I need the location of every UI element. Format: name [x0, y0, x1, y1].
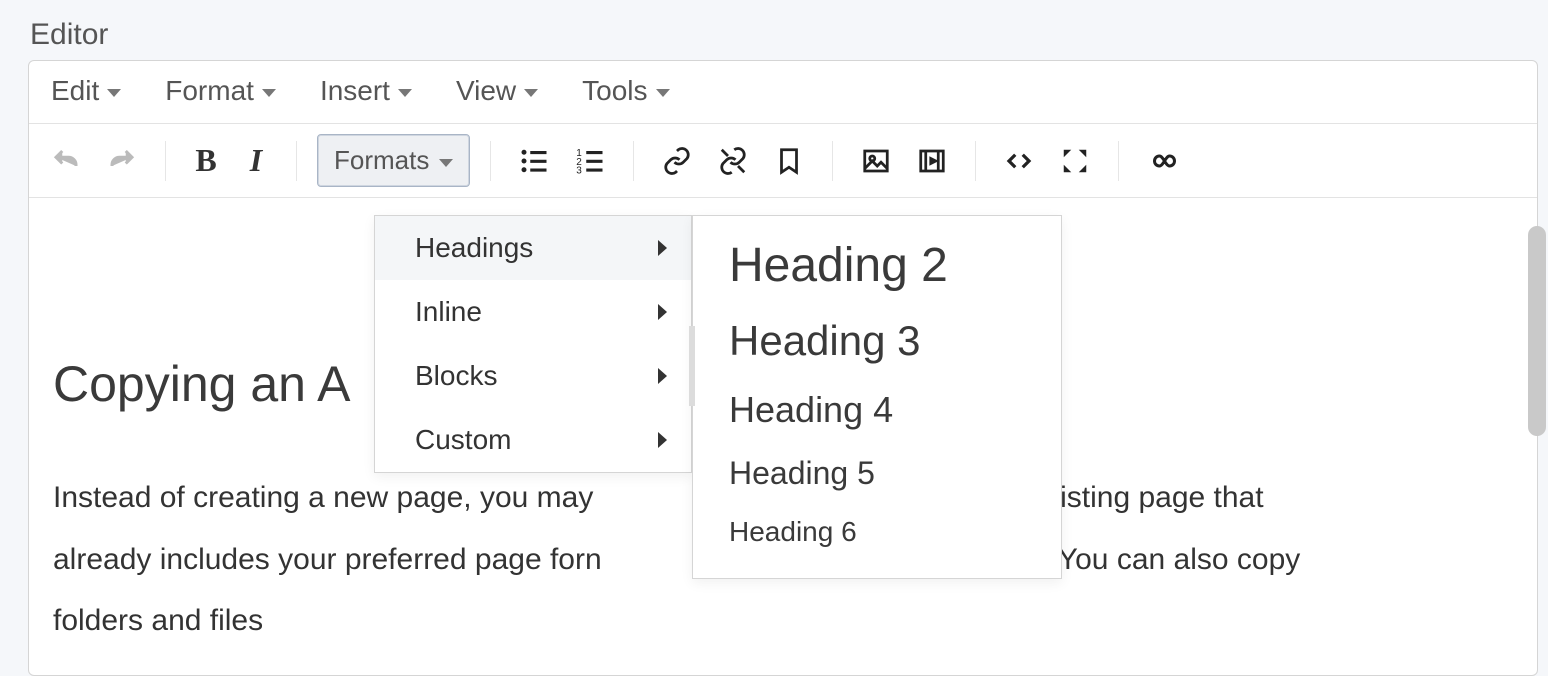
- menu-edit[interactable]: Edit: [51, 75, 121, 107]
- numbered-list-button[interactable]: 123: [567, 138, 613, 184]
- caret-right-icon: [658, 432, 667, 448]
- separator: [633, 141, 634, 181]
- formats-menu-headings[interactable]: Headings: [375, 216, 691, 280]
- menu-item-label: Custom: [415, 424, 511, 456]
- caret-down-icon: [439, 159, 453, 167]
- image-button[interactable]: [853, 138, 899, 184]
- code-icon: [1004, 146, 1034, 176]
- italic-button[interactable]: I: [236, 142, 276, 179]
- editor-label: Editor: [30, 18, 108, 52]
- link-icon: [662, 146, 692, 176]
- svg-text:3: 3: [577, 165, 583, 176]
- undo-button[interactable]: [43, 138, 89, 184]
- video-button[interactable]: [909, 138, 955, 184]
- menu-view[interactable]: View: [456, 75, 538, 107]
- heading-6-option[interactable]: Heading 6: [693, 504, 1061, 560]
- code-button[interactable]: [996, 138, 1042, 184]
- menu-format[interactable]: Format: [165, 75, 276, 107]
- heading-3-option[interactable]: Heading 3: [693, 305, 1061, 377]
- redo-button[interactable]: [99, 138, 145, 184]
- video-icon: [917, 146, 947, 176]
- bookmark-button[interactable]: [766, 138, 812, 184]
- formats-menu: Headings Inline Blocks Custom: [374, 215, 692, 473]
- numbered-list-icon: 123: [575, 146, 605, 176]
- link-button[interactable]: [654, 138, 700, 184]
- caret-down-icon: [656, 89, 670, 97]
- menu-edit-label: Edit: [51, 75, 99, 107]
- redo-icon: [107, 146, 137, 176]
- separator: [1118, 141, 1119, 181]
- separator: [165, 141, 166, 181]
- menu-item-label: Headings: [415, 232, 533, 264]
- bullet-list-button[interactable]: [511, 138, 557, 184]
- unlink-button[interactable]: [710, 138, 756, 184]
- bullet-list-icon: [519, 146, 549, 176]
- toolbar: B I Formats 123: [29, 124, 1537, 198]
- menu-item-label: Inline: [415, 296, 482, 328]
- caret-down-icon: [398, 89, 412, 97]
- menu-item-label: Blocks: [415, 360, 497, 392]
- formats-label: Formats: [334, 145, 429, 176]
- menu-view-label: View: [456, 75, 516, 107]
- caret-down-icon: [524, 89, 538, 97]
- bookmark-icon: [774, 146, 804, 176]
- menu-insert[interactable]: Insert: [320, 75, 412, 107]
- bold-button[interactable]: B: [186, 142, 226, 179]
- image-icon: [861, 146, 891, 176]
- menu-format-label: Format: [165, 75, 254, 107]
- formats-menu-blocks[interactable]: Blocks: [375, 344, 691, 408]
- separator: [296, 141, 297, 181]
- menu-tools-label: Tools: [582, 75, 647, 107]
- caret-right-icon: [658, 240, 667, 256]
- separator: [832, 141, 833, 181]
- heading-2-option[interactable]: Heading 2: [693, 226, 1061, 305]
- fullscreen-icon: [1060, 146, 1090, 176]
- headings-submenu: Heading 2 Heading 3 Heading 4 Heading 5 …: [692, 215, 1062, 579]
- caret-down-icon: [262, 89, 276, 97]
- caret-right-icon: [658, 304, 667, 320]
- unlink-icon: [718, 146, 748, 176]
- formats-menu-custom[interactable]: Custom: [375, 408, 691, 472]
- infinity-button[interactable]: [1139, 138, 1185, 184]
- heading-4-option[interactable]: Heading 4: [693, 377, 1061, 443]
- menu-insert-label: Insert: [320, 75, 390, 107]
- separator: [490, 141, 491, 181]
- menu-tools[interactable]: Tools: [582, 75, 669, 107]
- heading-5-option[interactable]: Heading 5: [693, 443, 1061, 504]
- fullscreen-button[interactable]: [1052, 138, 1098, 184]
- scrollbar-thumb[interactable]: [1528, 226, 1546, 436]
- infinity-icon: [1147, 146, 1177, 176]
- menubar: Edit Format Insert View Tools: [29, 61, 1537, 124]
- caret-right-icon: [658, 368, 667, 384]
- undo-icon: [51, 146, 81, 176]
- formats-menu-inline[interactable]: Inline: [375, 280, 691, 344]
- caret-down-icon: [107, 89, 121, 97]
- formats-dropdown-button[interactable]: Formats: [317, 134, 470, 187]
- separator: [975, 141, 976, 181]
